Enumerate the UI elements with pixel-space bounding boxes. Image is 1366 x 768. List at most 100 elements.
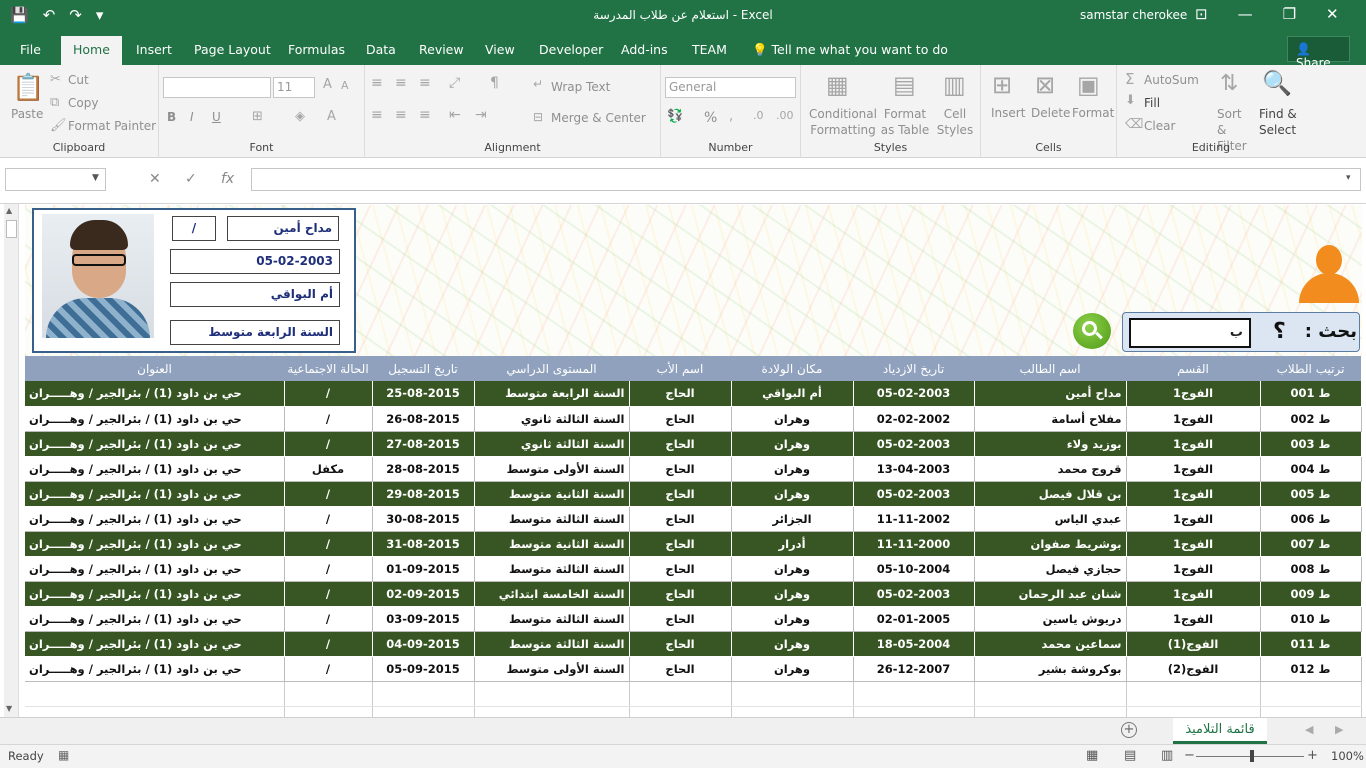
find-select-icon[interactable]: 🔍 — [1262, 69, 1292, 97]
cell-birth-place[interactable]: الجزائر — [731, 506, 854, 532]
table-row[interactable]: ط 004 الفوج1 قروج محمد 13-04-2003 وهران الحاج… — [25, 456, 1362, 482]
table-row[interactable]: ط 009 الفوج1 شنان عبد الرحمان 05-02-2003 وهر… — [25, 581, 1362, 607]
cell-registration-date[interactable]: 28-08-2015 — [372, 456, 475, 482]
cell-social-status[interactable]: / — [284, 631, 373, 657]
table-row[interactable]: ط 007 الفوج1 بوشريط صفوان 11-11-2000 أدرار ال… — [25, 531, 1362, 557]
cell-father-name[interactable]: الحاج — [629, 531, 732, 557]
bottom-align-icon[interactable]: ≡ — [419, 75, 431, 91]
cell-birth-date[interactable]: 02-02-2002 — [853, 406, 975, 432]
cell-class[interactable]: الفوج1 — [1126, 531, 1261, 557]
cell-level[interactable]: السنة الثالثة متوسط — [474, 631, 630, 657]
cell-address[interactable]: حي بن داود (1) / بئرالجير / وهـــــران — [25, 531, 285, 557]
normal-view-icon[interactable]: ▦ — [1086, 748, 1098, 763]
cell-father-name[interactable]: الحاج — [629, 481, 732, 507]
table-row[interactable]: ط 003 الفوج1 بوزيد ولاء 05-02-2003 وهران الحا… — [25, 431, 1362, 457]
user-name[interactable]: samstar cherokee — [1080, 8, 1187, 22]
cell-student-name[interactable]: شنان عبد الرحمان — [974, 581, 1127, 607]
cell-father-name[interactable]: الحاج — [629, 381, 732, 407]
cell-address[interactable]: حي بن داود (1) / بئرالجير / وهـــــران — [25, 556, 285, 582]
cell-class[interactable]: الفوج1 — [1126, 506, 1261, 532]
header-cell[interactable]: تاريخ الازدياد — [853, 356, 974, 381]
cell-class[interactable]: الفوج1 — [1126, 481, 1261, 507]
font-size-select[interactable]: 11 — [273, 77, 315, 98]
accounting-format-icon[interactable]: 💱 — [667, 109, 683, 124]
tab-add-ins[interactable]: Add-ins — [621, 42, 668, 57]
autosum-button[interactable]: AutoSum — [1144, 73, 1199, 87]
cell-social-status[interactable]: / — [284, 431, 373, 457]
bold-button[interactable]: B — [167, 110, 176, 124]
cell-registration-date[interactable]: 27-08-2015 — [372, 431, 475, 457]
empty-cell[interactable] — [974, 681, 1127, 707]
cell-father-name[interactable]: الحاج — [629, 406, 732, 432]
cell-address[interactable]: حي بن داود (1) / بئرالجير / وهـــــران — [25, 456, 285, 482]
new-sheet-button[interactable]: + — [1121, 722, 1137, 738]
cell-social-status[interactable]: / — [284, 556, 373, 582]
wrap-text-icon[interactable]: ↵ — [533, 77, 543, 91]
cell-address[interactable]: حي بن داود (1) / بئرالجير / وهـــــران — [25, 656, 285, 682]
cell-level[interactable]: السنة الأولى متوسط — [474, 656, 630, 682]
cell-social-status[interactable]: / — [284, 506, 373, 532]
search-input[interactable]: ب — [1129, 318, 1251, 348]
cell-student-id[interactable]: ط 003 — [1260, 431, 1362, 457]
cell-birth-place[interactable]: وهران — [731, 431, 854, 457]
cell-registration-date[interactable]: 25-08-2015 — [372, 381, 475, 407]
tab-file[interactable]: File — [20, 42, 41, 57]
cell-father-name[interactable]: الحاج — [629, 631, 732, 657]
cell-social-status[interactable]: مكفل — [284, 456, 373, 482]
cell-level[interactable]: السنة الثالثة ثانوي — [474, 431, 630, 457]
cell-student-name[interactable]: عبدي الياس — [974, 506, 1127, 532]
zoom-out-icon[interactable]: − — [1184, 748, 1195, 763]
table-row[interactable]: ط 002 الفوج1 مفلاح أسامة 02-02-2002 وهران الح… — [25, 406, 1362, 432]
cell-birth-date[interactable]: 26-12-2007 — [853, 656, 975, 682]
cell-birth-place[interactable]: وهران — [731, 606, 854, 632]
header-cell[interactable]: ترتيب الطلاب — [1260, 356, 1361, 381]
cell-address[interactable]: حي بن داود (1) / بئرالجير / وهـــــران — [25, 506, 285, 532]
tab-home[interactable]: Home — [61, 36, 122, 65]
sheet-tab-students[interactable]: قائمة التلاميذ — [1173, 718, 1267, 744]
tab-insert[interactable]: Insert — [136, 42, 172, 57]
orientation-icon[interactable]: ⤢ — [449, 75, 460, 91]
clear-button[interactable]: Clear — [1144, 119, 1175, 133]
cell-student-id[interactable]: ط 010 — [1260, 606, 1362, 632]
macro-record-icon[interactable]: ▦ — [58, 748, 69, 762]
empty-cell[interactable] — [284, 681, 373, 707]
empty-cell[interactable] — [25, 681, 285, 707]
cell-address[interactable]: حي بن داود (1) / بئرالجير / وهـــــران — [25, 406, 285, 432]
cell-student-name[interactable]: بن قلال فيصل — [974, 481, 1127, 507]
insert-function-icon[interactable]: fx — [221, 171, 234, 187]
cell-birth-date[interactable]: 05-02-2003 — [853, 431, 975, 457]
cell-birth-date[interactable]: 02-01-2005 — [853, 606, 975, 632]
cell-social-status[interactable]: / — [284, 406, 373, 432]
cell-social-status[interactable]: / — [284, 581, 373, 607]
empty-cell[interactable] — [474, 681, 630, 707]
delete-cells-icon[interactable]: ⊠ — [1035, 71, 1055, 99]
cell-birth-date[interactable]: 05-02-2003 — [853, 581, 975, 607]
fill-button[interactable]: Fill — [1144, 96, 1160, 110]
cell-birth-date[interactable]: 05-10-2004 — [853, 556, 975, 582]
tab-developer[interactable]: Developer — [539, 42, 603, 57]
find-select-button[interactable]: Find & Select — [1259, 106, 1303, 138]
cell-registration-date[interactable]: 01-09-2015 — [372, 556, 475, 582]
align-center-icon[interactable]: ≡ — [395, 107, 407, 123]
tab-team[interactable]: TEAM — [692, 42, 727, 57]
shrink-font-icon[interactable]: A — [341, 79, 349, 92]
enter-icon[interactable]: ✓ — [185, 171, 197, 187]
table-row[interactable]: ط 012 الفوج(2) بوكروشة بشير 26-12-2007 وهران… — [25, 656, 1362, 682]
format-painter-button[interactable]: Format Painter — [68, 119, 156, 133]
cell-class[interactable]: الفوج(1) — [1126, 631, 1261, 657]
format-cells-button[interactable]: Format — [1072, 106, 1114, 120]
share-button[interactable]: 👤 Share — [1287, 36, 1350, 70]
cell-birth-place[interactable]: وهران — [731, 406, 854, 432]
align-left-icon[interactable]: ≡ — [371, 107, 383, 123]
cell-address[interactable]: حي بن داود (1) / بئرالجير / وهـــــران — [25, 606, 285, 632]
cell-birth-date[interactable]: 18-05-2004 — [853, 631, 975, 657]
cell-registration-date[interactable]: 02-09-2015 — [372, 581, 475, 607]
cell-social-status[interactable]: / — [284, 531, 373, 557]
cell-level[interactable]: السنة الثالثة متوسط — [474, 606, 630, 632]
cell-address[interactable]: حي بن داود (1) / بئرالجير / وهـــــران — [25, 381, 285, 407]
font-color-icon[interactable]: A — [327, 109, 336, 124]
cell-address[interactable]: حي بن داود (1) / بئرالجير / وهـــــران — [25, 431, 285, 457]
cell-student-name[interactable]: مفلاح أسامة — [974, 406, 1127, 432]
cell-level[interactable]: السنة الثالثة متوسط — [474, 506, 630, 532]
cell-student-id[interactable]: ط 007 — [1260, 531, 1362, 557]
